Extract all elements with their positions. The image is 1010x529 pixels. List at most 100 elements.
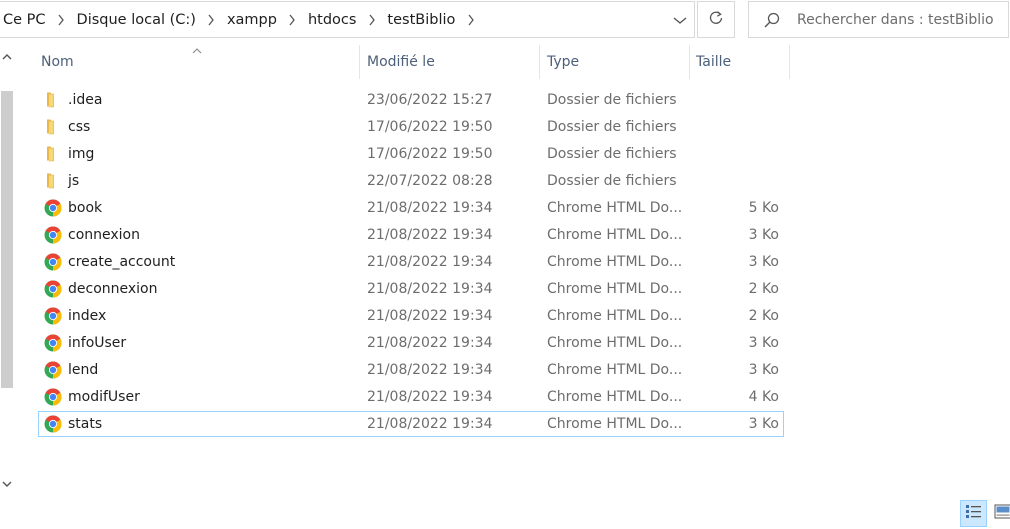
column-header-modified[interactable]: Modifié le [360, 45, 539, 79]
large-icons-view-button[interactable] [989, 500, 1010, 527]
folder-icon [44, 145, 62, 163]
file-size: 2 Ko [748, 308, 779, 324]
file-type: Chrome HTML Do... [547, 281, 683, 297]
scroll-up-icon[interactable] [0, 50, 14, 64]
chevron-right-icon[interactable] [356, 12, 387, 28]
list-item[interactable]: index 21/08/2022 19:34 Chrome HTML Do...… [38, 303, 784, 329]
file-name: js [68, 173, 80, 189]
breadcrumb-local-disk[interactable]: Disque local (C:) [77, 12, 196, 28]
file-modified: 21/08/2022 19:34 [367, 389, 493, 405]
column-header: Nom Modifié le Type Taille [32, 45, 792, 79]
refresh-button[interactable] [697, 1, 735, 38]
file-modified: 21/08/2022 19:34 [367, 416, 493, 432]
chrome-icon [44, 280, 62, 298]
file-name: stats [68, 416, 103, 432]
chevron-right-icon[interactable] [277, 12, 308, 28]
column-header-type[interactable]: Type [540, 45, 689, 79]
column-header-size[interactable]: Taille [690, 45, 789, 79]
chevron-right-icon[interactable] [46, 12, 77, 28]
address-bar[interactable]: Ce PC Disque local (C:) xampp htdocs tes… [0, 1, 695, 38]
search-box[interactable] [748, 1, 1009, 38]
breadcrumb: Ce PC Disque local (C:) xampp htdocs tes… [3, 2, 486, 37]
file-size: 3 Ko [748, 254, 779, 270]
file-modified: 21/08/2022 19:34 [367, 335, 493, 351]
breadcrumb-this-pc[interactable]: Ce PC [3, 12, 46, 28]
file-type: Chrome HTML Do... [547, 362, 683, 378]
refresh-icon [708, 10, 724, 30]
file-name: .idea [68, 92, 103, 108]
file-modified: 21/08/2022 19:34 [367, 200, 493, 216]
file-name: index [68, 308, 107, 324]
file-type: Dossier de fichiers [547, 173, 677, 189]
file-name: deconnexion [68, 281, 158, 297]
chrome-icon [44, 307, 62, 325]
chrome-icon [44, 361, 62, 379]
column-divider[interactable] [789, 45, 790, 79]
column-header-size-label: Taille [696, 54, 732, 70]
chrome-icon [44, 199, 62, 217]
file-type: Dossier de fichiers [547, 146, 677, 162]
file-type: Chrome HTML Do... [547, 227, 683, 243]
chrome-icon [44, 226, 62, 244]
column-header-name[interactable]: Nom [32, 45, 359, 79]
list-item-selected[interactable]: stats 21/08/2022 19:34 Chrome HTML Do...… [38, 411, 784, 437]
list-item[interactable]: deconnexion 21/08/2022 19:34 Chrome HTML… [38, 276, 784, 302]
file-modified: 21/08/2022 19:34 [367, 227, 493, 243]
folder-icon [44, 91, 62, 109]
file-name: modifUser [68, 389, 140, 405]
list-item[interactable]: infoUser 21/08/2022 19:34 Chrome HTML Do… [38, 330, 784, 356]
file-type: Chrome HTML Do... [547, 416, 683, 432]
breadcrumb-xampp[interactable]: xampp [227, 12, 277, 28]
list-item[interactable]: modifUser 21/08/2022 19:34 Chrome HTML D… [38, 384, 784, 410]
file-type: Dossier de fichiers [547, 119, 677, 135]
scrollbar-thumb[interactable] [1, 91, 13, 388]
sort-up-icon [192, 43, 202, 59]
list-item[interactable]: js 22/07/2022 08:28 Dossier de fichiers [38, 168, 784, 194]
file-type: Chrome HTML Do... [547, 254, 683, 270]
file-size: 4 Ko [748, 389, 779, 405]
folder-icon [44, 172, 62, 190]
chevron-down-icon[interactable] [672, 11, 688, 29]
chrome-icon [44, 253, 62, 271]
file-size: 3 Ko [748, 335, 779, 351]
file-size: 3 Ko [748, 362, 779, 378]
column-header-type-label: Type [547, 54, 580, 70]
file-size: 2 Ko [748, 281, 779, 297]
breadcrumb-htdocs[interactable]: htdocs [308, 12, 356, 28]
file-size: 3 Ko [748, 227, 779, 243]
file-name: lend [68, 362, 99, 378]
file-type: Chrome HTML Do... [547, 335, 683, 351]
details-view-button[interactable] [960, 500, 987, 527]
column-header-name-label: Nom [41, 54, 74, 70]
file-type: Chrome HTML Do... [547, 389, 683, 405]
vertical-scrollbar[interactable] [0, 45, 14, 497]
list-item[interactable]: book 21/08/2022 19:34 Chrome HTML Do... … [38, 195, 784, 221]
list-item[interactable]: css 17/06/2022 19:50 Dossier de fichiers [38, 114, 784, 140]
chevron-right-icon[interactable] [196, 12, 227, 28]
file-modified: 22/07/2022 08:28 [367, 173, 493, 189]
file-type: Dossier de fichiers [547, 92, 677, 108]
file-modified: 21/08/2022 19:34 [367, 281, 493, 297]
chrome-icon [44, 415, 62, 433]
list-item[interactable]: create_account 21/08/2022 19:34 Chrome H… [38, 249, 784, 275]
file-name: connexion [68, 227, 140, 243]
file-name: book [68, 200, 103, 216]
list-item[interactable]: img 17/06/2022 19:50 Dossier de fichiers [38, 141, 784, 167]
chrome-icon [44, 388, 62, 406]
list-item[interactable]: connexion 21/08/2022 19:34 Chrome HTML D… [38, 222, 784, 248]
list-item[interactable]: .idea 23/06/2022 15:27 Dossier de fichie… [38, 87, 784, 113]
scroll-down-icon[interactable] [0, 477, 14, 491]
list-item[interactable]: lend 21/08/2022 19:34 Chrome HTML Do... … [38, 357, 784, 383]
search-input[interactable] [797, 8, 997, 32]
search-icon [763, 11, 781, 33]
file-size: 3 Ko [748, 416, 779, 432]
file-name: create_account [68, 254, 176, 270]
file-name: css [68, 119, 91, 135]
breadcrumb-testbiblio[interactable]: testBiblio [387, 12, 455, 28]
file-type: Chrome HTML Do... [547, 200, 683, 216]
file-size: 5 Ko [748, 200, 779, 216]
file-name: infoUser [68, 335, 127, 351]
file-modified: 17/06/2022 19:50 [367, 146, 493, 162]
chevron-right-icon[interactable] [455, 12, 486, 28]
details-view-icon [965, 504, 982, 523]
